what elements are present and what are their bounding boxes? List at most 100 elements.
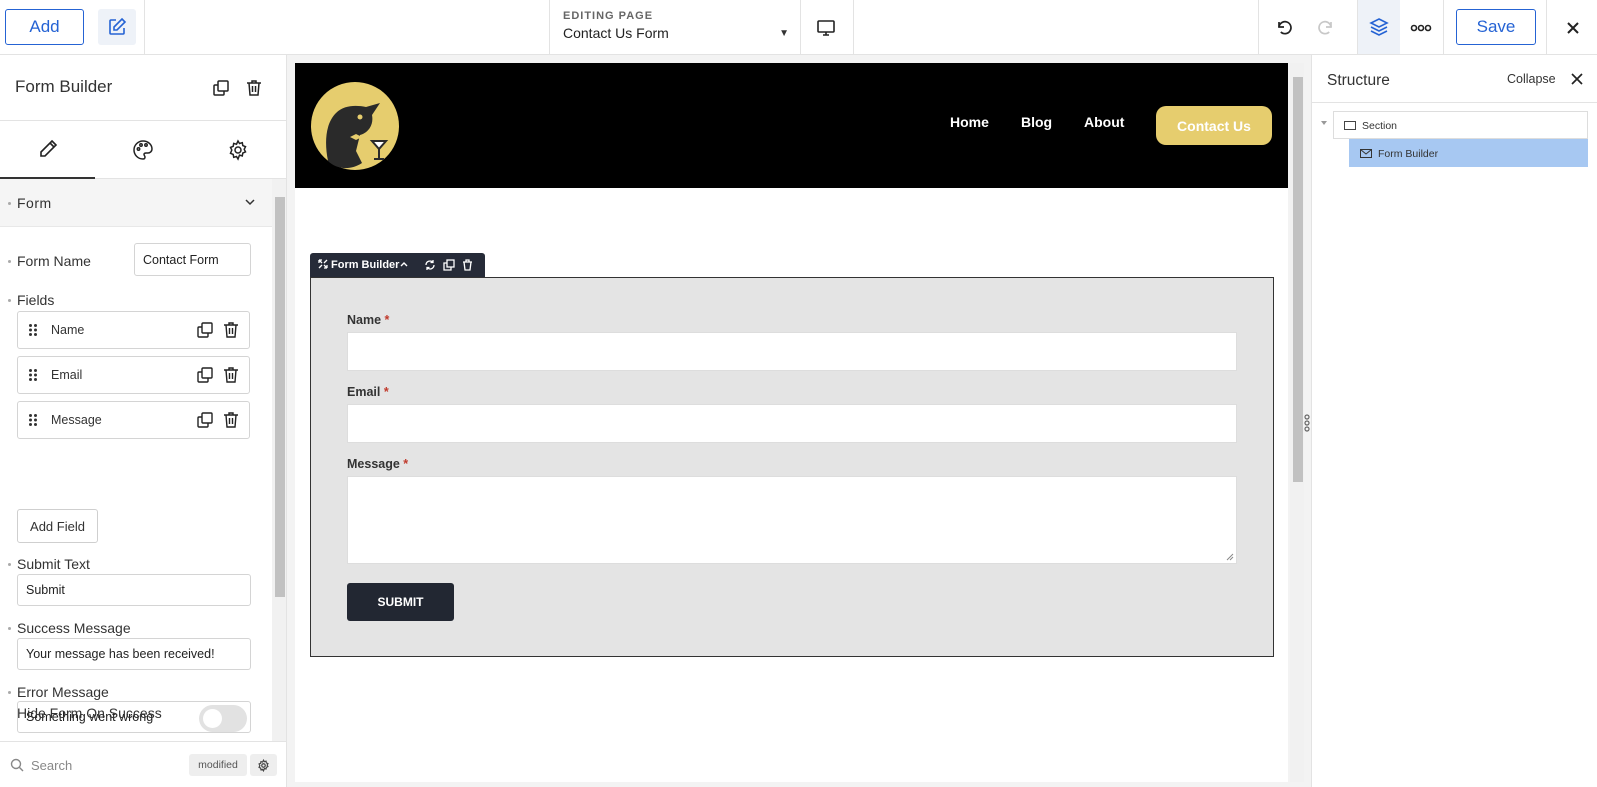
nav-home[interactable]: Home — [950, 114, 989, 130]
duplicate-icon[interactable] — [196, 366, 214, 384]
top-toolbar: Add EDITING PAGE Contact Us Form ▼ Save — [0, 0, 1597, 55]
nav-about[interactable]: About — [1084, 114, 1124, 130]
element-toolbar[interactable]: Form Builder — [310, 253, 485, 277]
tree-node-section[interactable]: Section — [1333, 111, 1588, 139]
resize-handle-icon — [1226, 553, 1234, 561]
add-field-button[interactable]: Add Field — [17, 509, 98, 543]
duplicate-icon[interactable] — [210, 77, 232, 99]
caret-down-icon: ▼ — [779, 28, 789, 39]
field-name: Message — [51, 413, 102, 427]
modified-filter-badge[interactable]: modified — [189, 754, 247, 776]
settings-scroll-area[interactable]: Form Form Name Contact Form Fields Name — [0, 179, 272, 741]
form-section-header[interactable]: Form — [0, 179, 272, 227]
field-row-message[interactable]: Message — [17, 401, 250, 439]
trash-icon[interactable] — [243, 77, 265, 99]
name-input[interactable] — [347, 332, 1237, 371]
submit-button[interactable]: SUBMIT — [347, 583, 454, 621]
structure-title: Structure — [1327, 72, 1390, 89]
page-name: Contact Us Form — [563, 25, 669, 41]
panel-scrollbar[interactable] — [272, 179, 286, 741]
page-preview[interactable]: Home Blog About Contact Us Form Builder … — [295, 63, 1288, 782]
divider — [1258, 0, 1259, 55]
tree-node-form-builder[interactable]: Form Builder — [1349, 139, 1588, 167]
collapse-button[interactable]: Collapse — [1507, 72, 1556, 86]
trash-icon[interactable] — [223, 366, 239, 384]
close-icon[interactable] — [1559, 14, 1587, 42]
divider — [800, 0, 801, 55]
form-builder-element[interactable]: Name * Email * Message * SUBMIT — [310, 277, 1274, 657]
refresh-icon[interactable] — [424, 259, 436, 271]
drag-handle-icon[interactable] — [28, 413, 38, 427]
section-title: Form — [17, 195, 52, 211]
redo-icon[interactable] — [1312, 14, 1340, 42]
drag-handle-icon[interactable] — [28, 323, 38, 337]
field-row-email[interactable]: Email — [17, 356, 250, 394]
gear-icon — [228, 139, 247, 161]
tab-style[interactable] — [95, 121, 190, 179]
field-row-name[interactable]: Name — [17, 311, 250, 349]
form-name-input[interactable]: Contact Form — [134, 243, 251, 276]
move-icon[interactable] — [318, 259, 328, 269]
left-panel: Form Builder Form Form Name Contact Form… — [0, 55, 287, 787]
page-selector[interactable]: EDITING PAGE Contact Us Form ▼ — [563, 10, 793, 41]
fields-label: Fields — [17, 292, 55, 308]
duplicate-icon[interactable] — [196, 321, 214, 339]
trash-icon[interactable] — [462, 259, 473, 271]
field-name: Name — [51, 323, 85, 337]
expand-arrow-icon[interactable] — [1320, 119, 1328, 127]
chevron-down-icon — [244, 196, 256, 208]
chevron-up-icon[interactable] — [399, 259, 409, 269]
tab-content[interactable] — [0, 121, 95, 179]
tree-node-label: Section — [1362, 120, 1398, 132]
save-button[interactable]: Save — [1456, 9, 1536, 45]
panel-resize-handle[interactable] — [1303, 413, 1311, 433]
drag-handle-icon[interactable] — [28, 368, 38, 382]
palette-icon — [132, 140, 153, 160]
pencil-icon — [39, 139, 57, 157]
field-name: Email — [51, 368, 83, 382]
structure-panel: Structure Collapse Section Form Builder — [1311, 55, 1597, 787]
duplicate-icon[interactable] — [196, 411, 214, 429]
section-icon — [1344, 121, 1356, 130]
trash-icon[interactable] — [223, 411, 239, 429]
close-icon[interactable] — [1570, 72, 1584, 86]
divider — [144, 0, 145, 55]
email-input[interactable] — [347, 404, 1237, 443]
search-input[interactable]: Search — [31, 758, 72, 773]
error-message-label: Error Message — [17, 684, 109, 700]
success-message-input[interactable]: Your message has been received! — [17, 638, 251, 670]
form-field-label: Email * — [347, 385, 389, 399]
panel-tabs — [0, 121, 286, 179]
duplicate-icon[interactable] — [443, 259, 455, 271]
canvas-scrollbar[interactable] — [1290, 63, 1304, 782]
tab-settings[interactable] — [190, 121, 285, 179]
panel-title: Form Builder — [15, 77, 113, 96]
layers-icon[interactable] — [1358, 0, 1400, 54]
contact-us-button[interactable]: Contact Us — [1156, 106, 1272, 145]
divider — [1546, 0, 1547, 55]
editing-page-label: EDITING PAGE — [563, 10, 654, 22]
form-field-label: Message * — [347, 457, 409, 471]
panel-footer: Search modified — [0, 741, 286, 787]
divider — [1443, 0, 1444, 55]
form-name-label: Form Name — [17, 253, 91, 269]
add-button[interactable]: Add — [5, 9, 84, 45]
message-textarea[interactable] — [347, 476, 1237, 564]
search-icon — [10, 758, 24, 772]
trash-icon[interactable] — [223, 321, 239, 339]
undo-icon[interactable] — [1270, 14, 1298, 42]
logo-icon[interactable] — [310, 81, 400, 171]
form-field-label: Name * — [347, 313, 390, 327]
divider — [549, 0, 550, 55]
hide-form-label: Hide Form On Success — [17, 705, 162, 721]
submit-text-input[interactable]: Submit — [17, 574, 251, 606]
hide-form-toggle[interactable] — [199, 705, 247, 732]
edit-icon[interactable] — [98, 9, 136, 45]
envelope-icon — [1360, 149, 1372, 158]
gear-icon[interactable] — [250, 754, 277, 776]
desktop-icon[interactable] — [810, 14, 842, 42]
divider — [853, 0, 854, 55]
nav-blog[interactable]: Blog — [1021, 114, 1052, 130]
submit-text-label: Submit Text — [17, 556, 90, 572]
more-options-icon[interactable] — [1406, 14, 1436, 42]
